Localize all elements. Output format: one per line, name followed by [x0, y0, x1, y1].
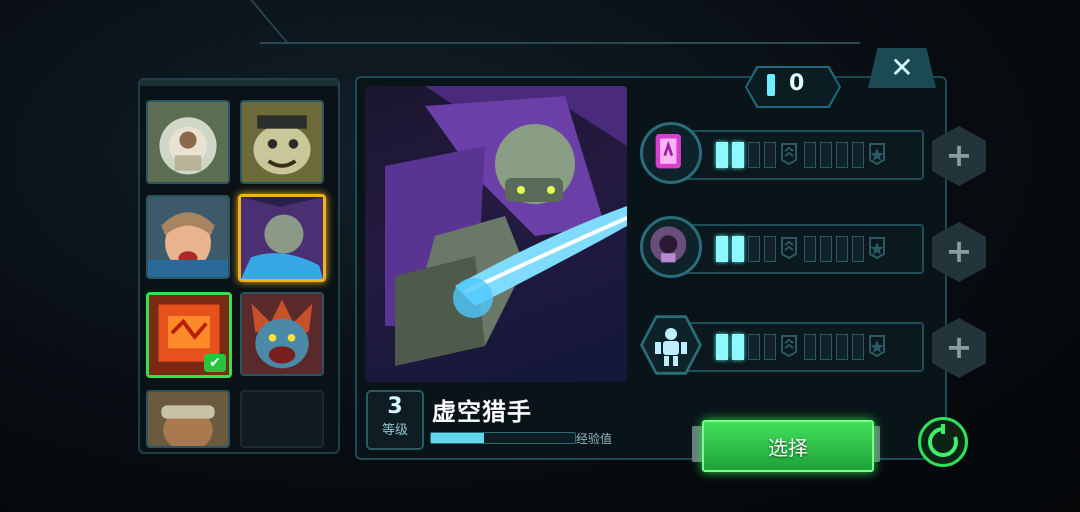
skill-level-pip: [716, 142, 728, 168]
select-button-label: 选择: [768, 436, 808, 460]
skill-level-pip: [764, 236, 776, 262]
rank-chevron-icon: [869, 237, 885, 260]
plus-icon: +: [945, 232, 973, 270]
gauntlet-icon-art: [650, 226, 687, 263]
skill-level-pip: [820, 142, 832, 168]
rank-chevron-icon: [781, 143, 797, 166]
hero-name: 虚空猎手: [432, 398, 532, 426]
xp-bar-fill: [431, 433, 485, 443]
hero-slot-void-hunter[interactable]: [238, 194, 326, 282]
hero-slot-goggles[interactable]: [146, 390, 230, 448]
hero-level-badge: 3 等级: [366, 390, 424, 450]
portal-icon[interactable]: [640, 122, 702, 184]
skill-level-pip: [836, 334, 848, 360]
skill-level-pip: [732, 236, 744, 262]
rank-chevron-icon: [781, 335, 797, 358]
skill-level-pip: [804, 334, 816, 360]
gauntlet-icon[interactable]: [640, 216, 702, 278]
plus-icon: +: [945, 136, 973, 174]
rank-chevron-icon: [781, 237, 797, 260]
skill-level-pip: [804, 236, 816, 262]
void-hunter-artwork: [365, 86, 627, 366]
skill-level-pip: [804, 142, 816, 168]
hero-level-label: 等级: [381, 423, 408, 438]
hero-slot-empty: [240, 390, 324, 448]
xp-bar: [430, 432, 576, 444]
skill-level-pip: [732, 334, 744, 360]
skill-level-pip: [820, 334, 832, 360]
rank-chevron-icon: [869, 335, 885, 358]
skill-level-pip: [732, 142, 744, 168]
skill-level-pip: [764, 334, 776, 360]
close-icon: ✕: [890, 51, 914, 84]
hero-slot-robot[interactable]: ✔: [146, 292, 232, 378]
plus-icon: +: [945, 328, 973, 366]
hero-slot-bulldog[interactable]: [240, 100, 324, 184]
hero-bulldog-portrait: [242, 102, 322, 182]
hero-warrior-woman-portrait: [148, 197, 228, 277]
skill-level-pip: [716, 334, 728, 360]
refresh-icon: [928, 424, 958, 457]
portal-icon-art: [655, 134, 681, 169]
hero-slot-troll[interactable]: [240, 292, 324, 376]
skill-level-pip: [852, 334, 864, 360]
xp-label: 经验值: [576, 432, 613, 446]
close-button[interactable]: ✕: [868, 48, 936, 88]
skill-level-pip: [852, 142, 864, 168]
hero-slot-astronaut[interactable]: [146, 100, 230, 184]
hero-void-hunter-portrait: [241, 197, 323, 279]
select-button-body: 选择: [702, 420, 874, 472]
hero-level-value: 3: [387, 394, 403, 419]
skill-level-bar: [680, 224, 924, 274]
hero-goggles-portrait: [148, 392, 228, 446]
top-frame-decoration: [260, 12, 860, 44]
skill-level-pip: [748, 236, 760, 262]
skill-points-value: 0: [789, 71, 805, 96]
skill-level-pip: [836, 236, 848, 262]
hero-slot-warrior-woman[interactable]: [146, 195, 230, 279]
rank-chevron-icon: [869, 143, 885, 166]
skill-level-pip: [852, 236, 864, 262]
skill-points-icon: [767, 74, 775, 96]
skill-points-counter: 0: [745, 66, 841, 108]
skill-row-3: [640, 314, 924, 376]
skill-level-pip: [764, 142, 776, 168]
equipped-check-icon: ✔: [204, 354, 226, 372]
skill-row-2: [640, 216, 924, 278]
skill-level-pip: [716, 236, 728, 262]
select-hero-button[interactable]: 选择: [692, 418, 880, 472]
skill-level-pip: [820, 236, 832, 262]
hero-select-screen: ✔ 3 等级 虚空猎手 经验值 0 ✕ + + + 选择: [0, 0, 1080, 512]
hero-troll-portrait: [242, 294, 322, 374]
skill-level-bar: [680, 322, 924, 372]
skill-level-pip: [748, 142, 760, 168]
roster-rail: [140, 80, 338, 86]
reset-skills-button[interactable]: [918, 417, 968, 467]
skill-row-1: [640, 122, 924, 184]
skill-level-pip: [836, 142, 848, 168]
skill-level-bar: [680, 130, 924, 180]
hero-portrait-large: [365, 86, 627, 382]
hero-astronaut-portrait: [148, 102, 228, 182]
skill-level-pip: [748, 334, 760, 360]
